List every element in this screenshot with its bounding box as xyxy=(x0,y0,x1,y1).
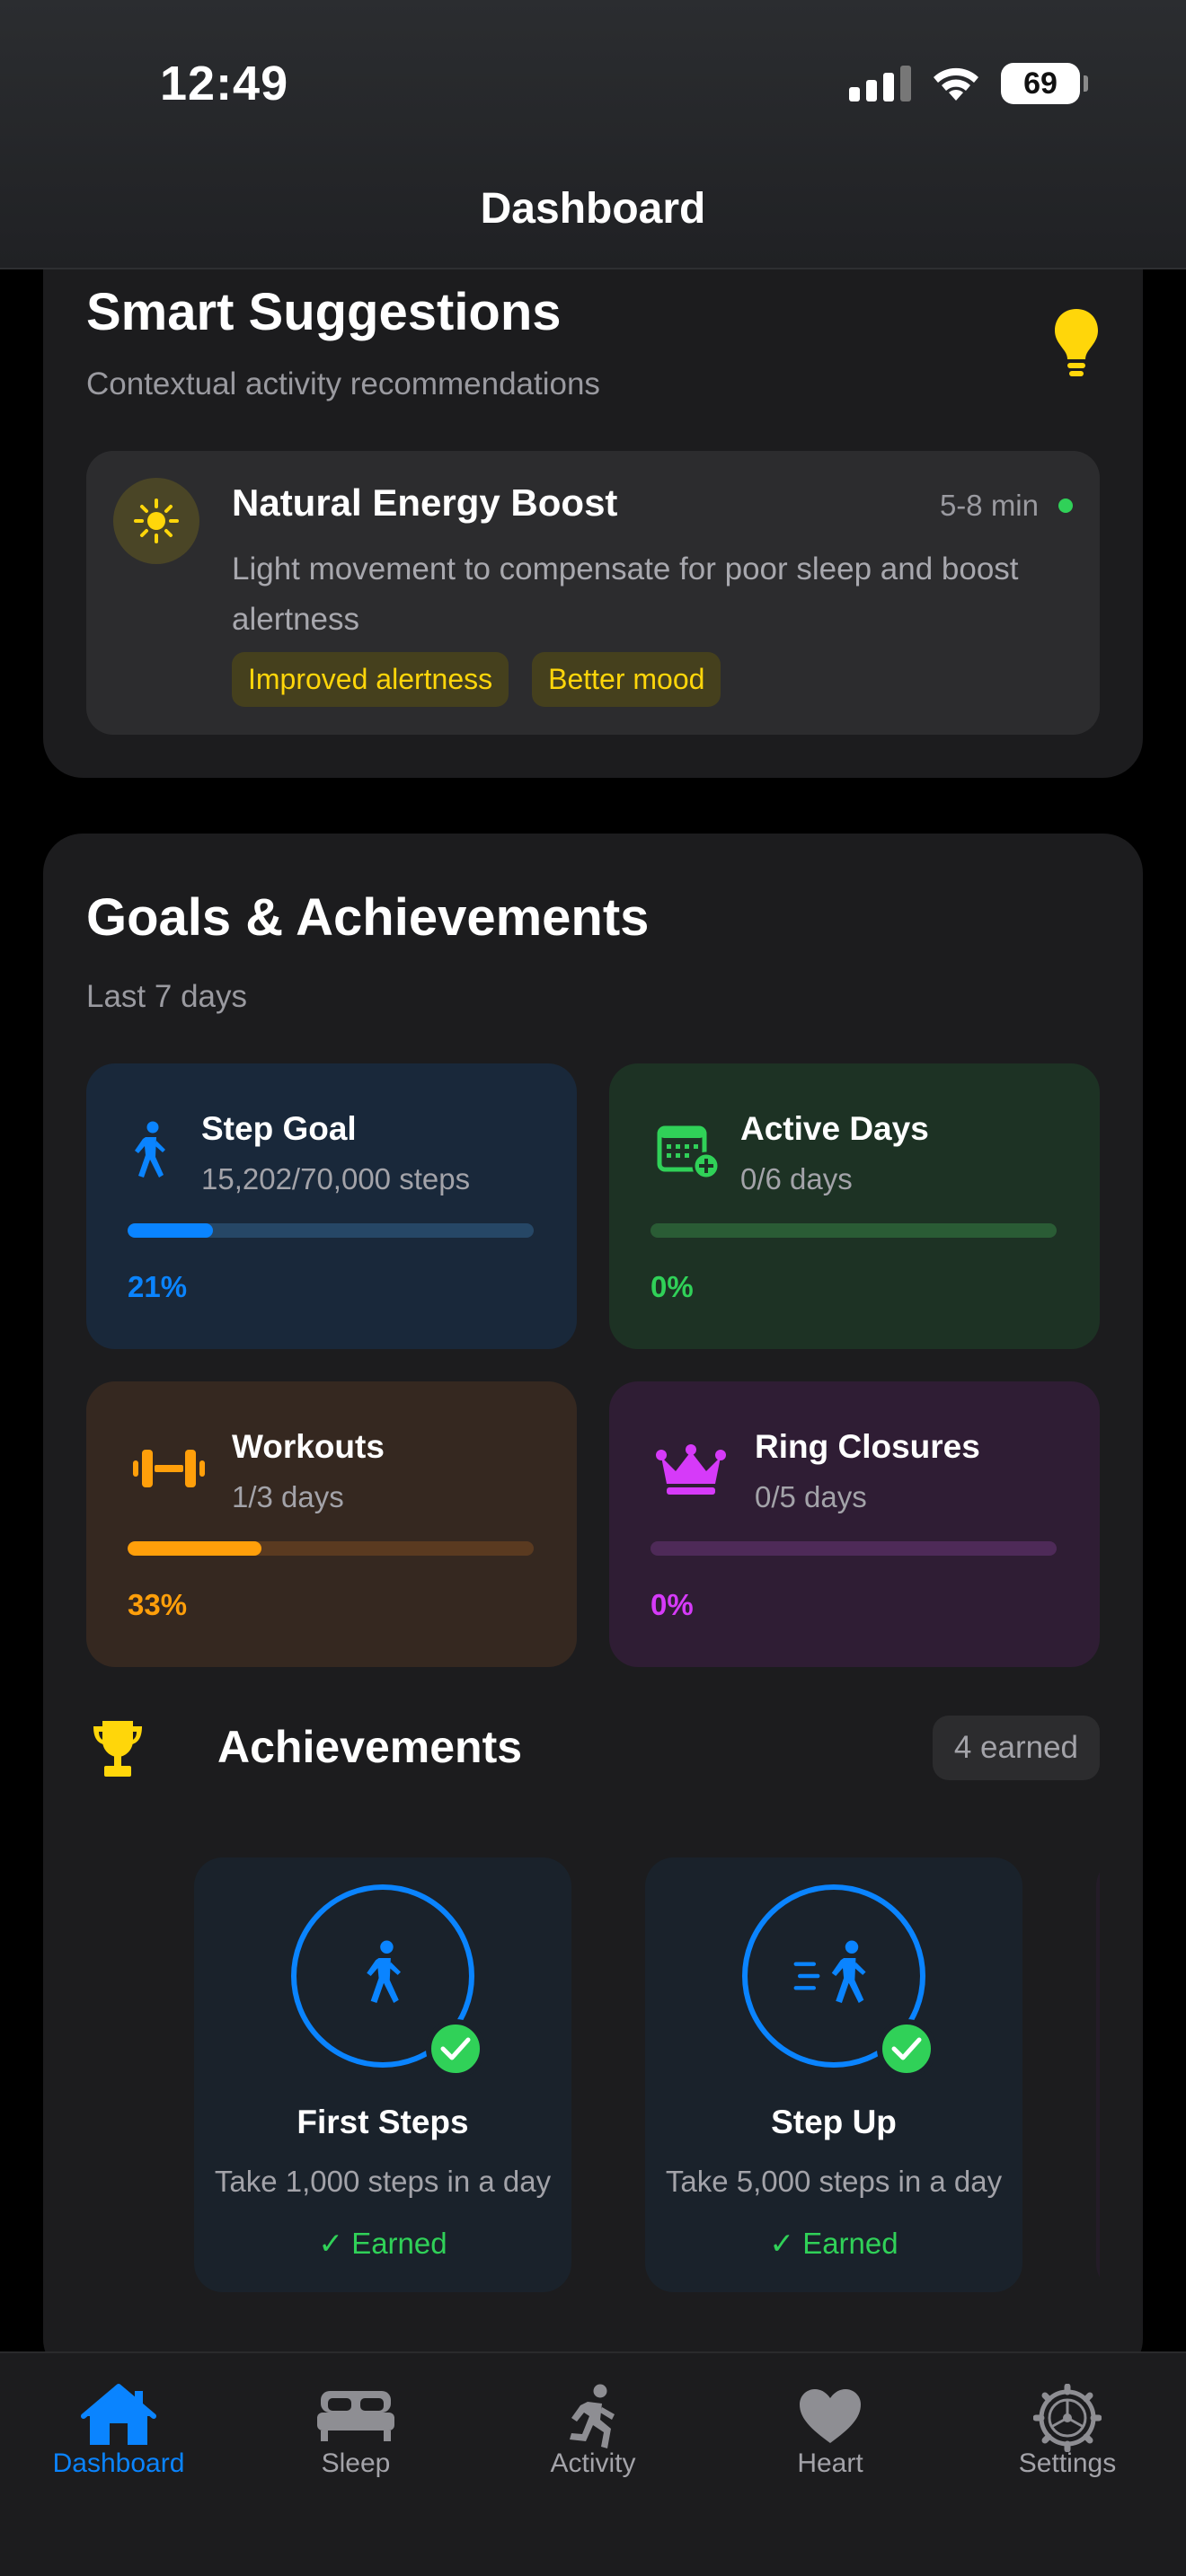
bed-icon xyxy=(317,2391,394,2441)
top-bar: 12:49 69 Dashboard xyxy=(0,0,1186,269)
calendar-add-icon xyxy=(657,1125,721,1180)
goal-progress-bar xyxy=(128,1541,534,1556)
benefit-tag: Better mood xyxy=(532,652,721,707)
achievements-title: Achievements xyxy=(217,1722,523,1772)
goals-achievements-card: Goals & Achievements Last 7 days Step Go… xyxy=(43,834,1143,2378)
suggestion-meta: 5-8 min xyxy=(940,489,1073,523)
wifi-icon xyxy=(934,67,978,101)
suggestion-duration: 5-8 min xyxy=(939,489,1039,522)
goal-name: Active Days xyxy=(740,1110,929,1147)
heart-icon xyxy=(800,2389,861,2443)
achievements-carousel[interactable]: First Steps Take 1,000 steps in a day ✓ … xyxy=(86,1857,1100,2292)
achievement-description: Take 1,000 steps in a day xyxy=(214,2165,552,2198)
gear-icon xyxy=(1033,2384,1102,2452)
running-figure-icon xyxy=(570,2384,615,2448)
tab-dashboard[interactable]: Dashboard xyxy=(0,2353,237,2576)
goal-percent: 0% xyxy=(651,1588,694,1621)
suggestion-tags: Improved alertness Better mood xyxy=(232,652,721,707)
running-figure-icon xyxy=(793,1940,866,2003)
achievement-card-partial[interactable]: S Ge xyxy=(1096,1857,1100,2292)
smart-suggestions-card: Smart Suggestions Contextual activity re… xyxy=(43,216,1143,778)
goal-progress-bar xyxy=(651,1541,1057,1556)
tab-label: Sleep xyxy=(321,2448,391,2478)
suggestion-description: Light movement to compensate for poor sl… xyxy=(232,551,1019,637)
goal-progress-fill xyxy=(128,1223,213,1238)
walking-figure-icon xyxy=(367,1940,401,2003)
checkmark-icon xyxy=(426,2019,485,2078)
goal-progress-bar xyxy=(128,1223,534,1238)
suggestion-item[interactable]: Natural Energy Boost 5-8 min Light movem… xyxy=(86,451,1100,735)
tab-settings[interactable]: Settings xyxy=(949,2353,1186,2576)
achievement-card-step-up[interactable]: Step Up Take 5,000 steps in a day ✓ Earn… xyxy=(645,1857,1022,2292)
tab-label: Activity xyxy=(550,2448,636,2478)
crown-icon xyxy=(656,1444,726,1495)
lightbulb-icon xyxy=(1055,309,1098,376)
achievements-header: Achievements 4 earned xyxy=(86,1714,1100,1786)
benefit-tag: Improved alertness xyxy=(232,652,509,707)
achievement-state: ✓ Earned xyxy=(769,2227,898,2260)
dumbbell-icon xyxy=(133,1450,205,1487)
goal-progress-bar xyxy=(651,1223,1057,1238)
goal-workouts[interactable]: Workouts 1/3 days 33% xyxy=(86,1381,577,1667)
goal-name: Workouts xyxy=(232,1428,385,1465)
suggestion-title: Natural Energy Boost xyxy=(232,481,618,524)
goal-value: 0/6 days xyxy=(740,1162,853,1195)
tab-label: Settings xyxy=(1018,2448,1117,2478)
achievement-state: ✓ Earned xyxy=(318,2227,447,2260)
goal-name: Ring Closures xyxy=(755,1428,980,1465)
goal-name: Step Goal xyxy=(201,1110,357,1147)
goal-percent: 33% xyxy=(128,1588,188,1621)
app-screen: 12:49 69 Dashboard Smart Suggestions Con… xyxy=(0,0,1186,2576)
achievement-card-first-steps[interactable]: First Steps Take 1,000 steps in a day ✓ … xyxy=(194,1857,571,2292)
goal-active-days[interactable]: Active Days 0/6 days 0% xyxy=(609,1063,1100,1349)
status-time: 12:49 xyxy=(160,57,289,110)
goals-title: Goals & Achievements xyxy=(86,888,650,947)
smart-suggestions-subtitle: Contextual activity recommendations xyxy=(86,366,600,401)
status-icons: 69 xyxy=(849,63,1088,104)
goal-percent: 0% xyxy=(651,1270,694,1303)
tab-bar: Dashboard Sleep Activity Heart Settings xyxy=(0,2351,1186,2576)
goal-value: 0/5 days xyxy=(755,1480,867,1513)
tab-heart[interactable]: Heart xyxy=(712,2353,949,2576)
goal-ring-closures[interactable]: Ring Closures 0/5 days 0% xyxy=(609,1381,1100,1667)
trophy-icon xyxy=(93,1721,142,1777)
goal-value: 15,202/70,000 steps xyxy=(201,1162,471,1195)
checkmark-icon xyxy=(877,2019,936,2078)
sun-icon xyxy=(113,478,199,564)
tab-sleep[interactable]: Sleep xyxy=(237,2353,474,2576)
page-title: Dashboard xyxy=(480,185,706,233)
tab-activity[interactable]: Activity xyxy=(474,2353,712,2576)
battery-icon: 69 xyxy=(1001,63,1088,104)
earned-count-badge: 4 earned xyxy=(932,1716,1100,1780)
achievement-description: Take 5,000 steps in a day xyxy=(665,2165,1003,2198)
status-dot xyxy=(1058,498,1073,513)
goal-percent: 21% xyxy=(128,1270,188,1303)
smart-suggestions-title: Smart Suggestions xyxy=(86,283,562,341)
achievement-name: First Steps xyxy=(296,2104,469,2140)
walking-figure-icon xyxy=(135,1121,165,1178)
goal-step-goal[interactable]: Step Goal 15,202/70,000 steps 21% xyxy=(86,1063,577,1349)
achievement-name: Step Up xyxy=(771,2104,897,2140)
tab-label: Dashboard xyxy=(52,2448,185,2478)
goal-progress-fill xyxy=(128,1541,262,1556)
house-icon xyxy=(81,2384,156,2445)
goals-subtitle: Last 7 days xyxy=(86,979,247,1014)
cellular-signal-icon xyxy=(849,66,911,101)
goal-value: 1/3 days xyxy=(232,1480,344,1513)
tab-label: Heart xyxy=(797,2448,863,2478)
